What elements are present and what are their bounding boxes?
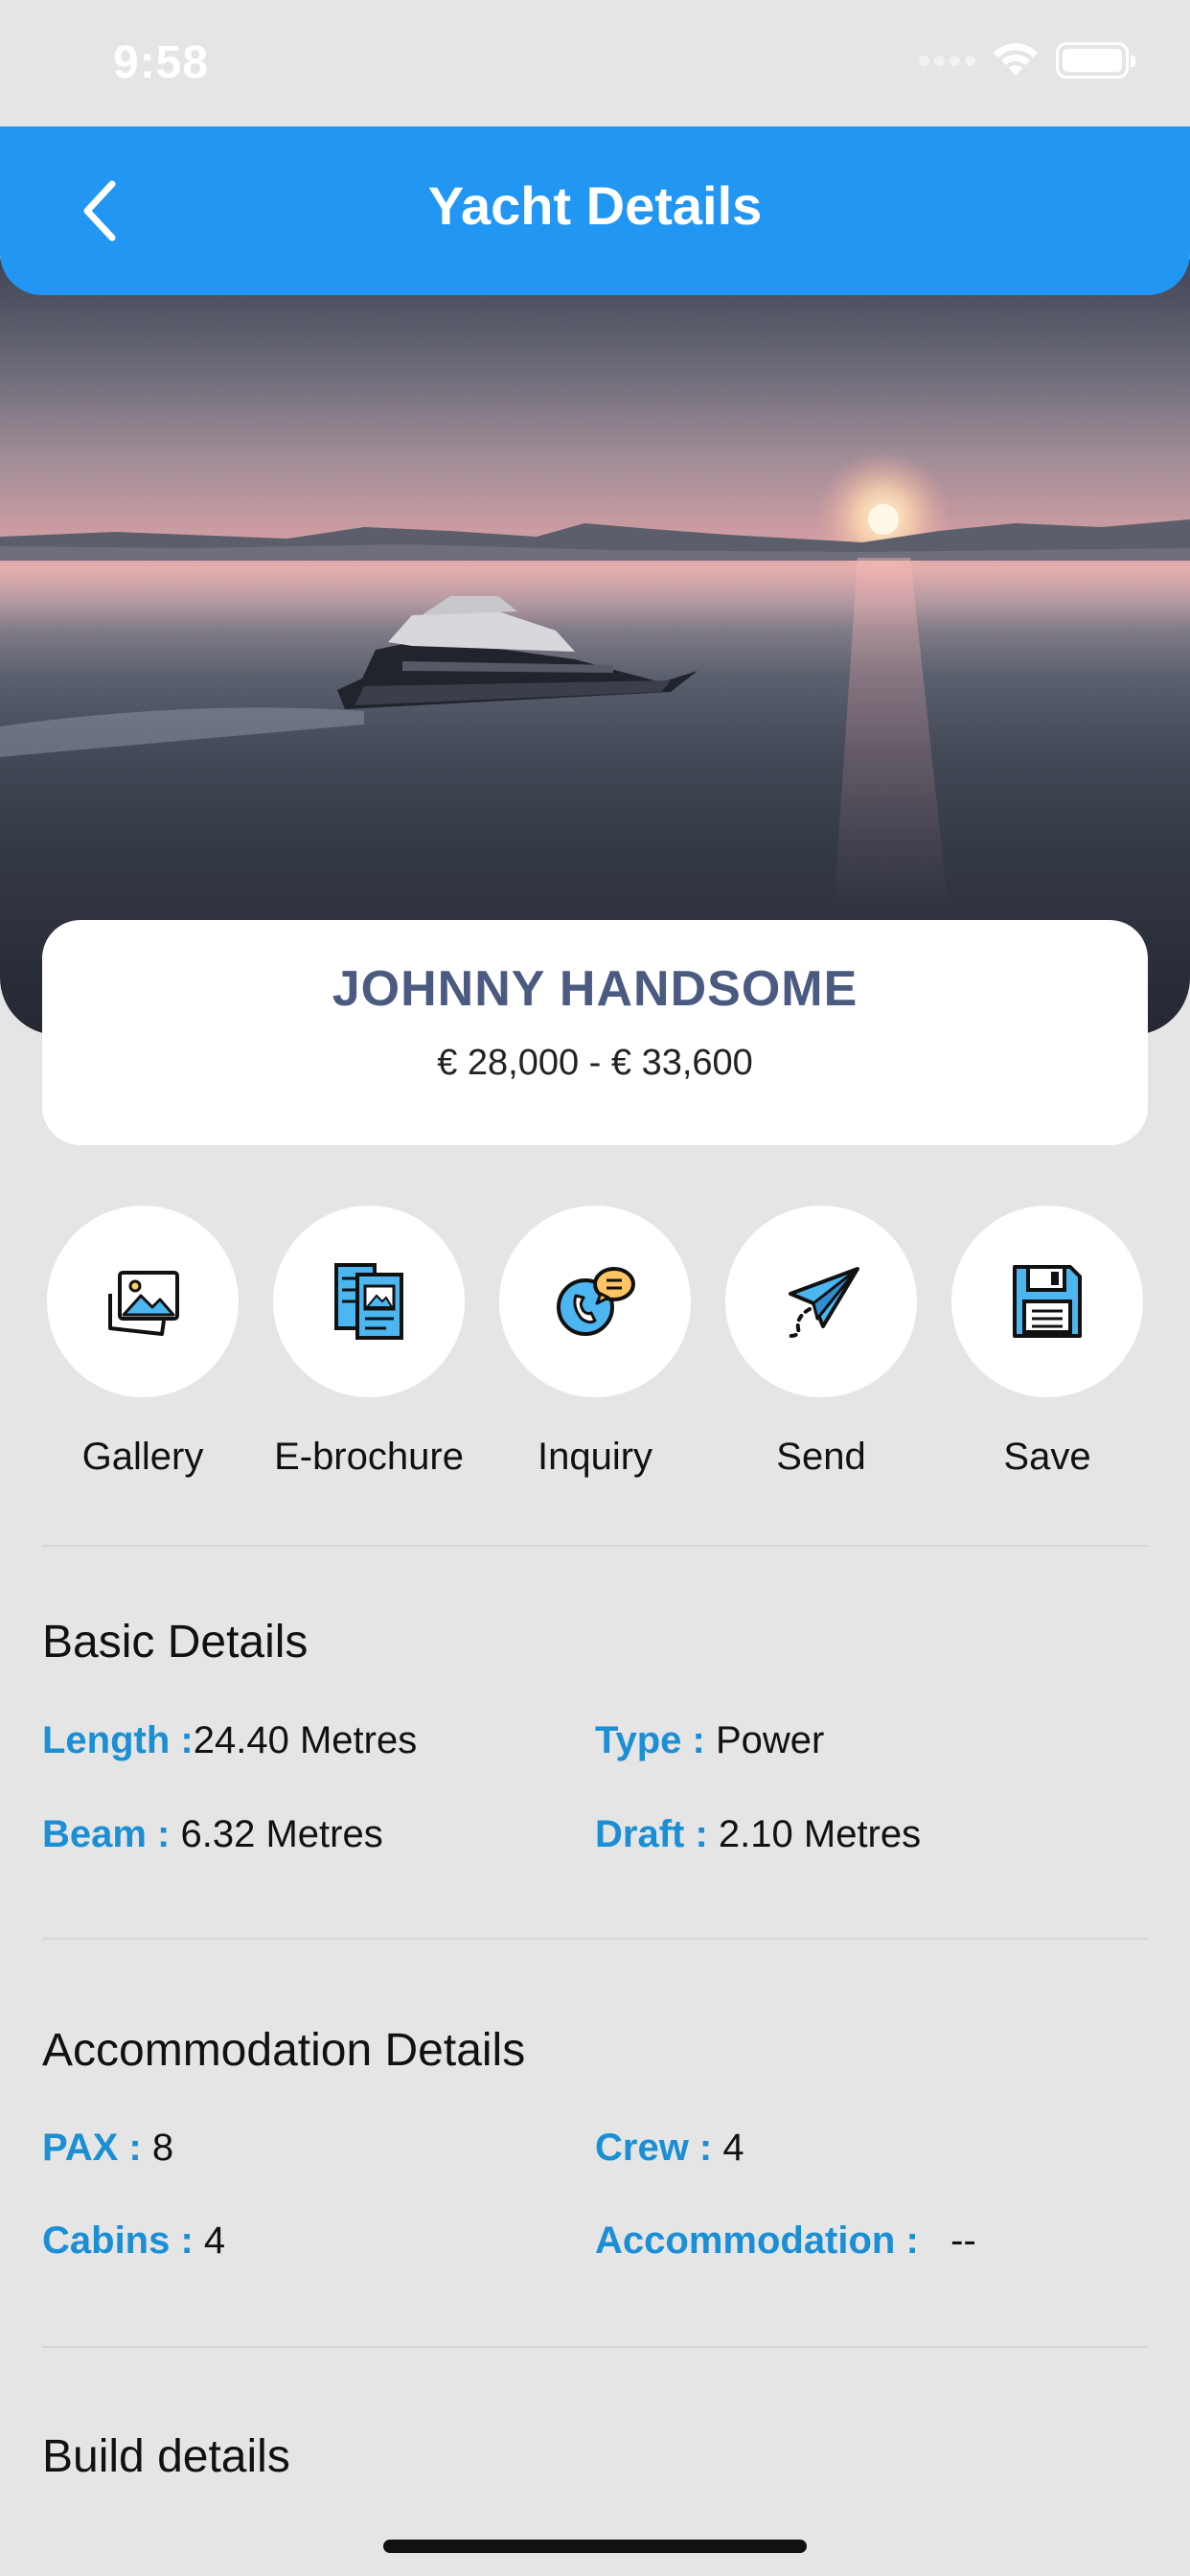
length-label: Length : <box>42 1719 194 1761</box>
wifi-icon <box>994 43 1038 76</box>
accommodation-detail: Accommodation : -- <box>595 2220 976 2263</box>
cabins-value: 4 <box>203 2220 226 2262</box>
send-button[interactable]: Send <box>721 1206 922 1479</box>
accommodation-label: Accommodation : <box>595 2220 919 2262</box>
beam-label: Beam : <box>42 1813 171 1855</box>
type-detail: Type : Power <box>595 1719 824 1762</box>
yacht-hero-image[interactable] <box>0 259 1190 1035</box>
sunset-yacht-illustration <box>0 450 1190 910</box>
send-icon <box>789 1267 859 1338</box>
inquiry-label: Inquiry <box>537 1436 653 1478</box>
save-icon <box>1013 1265 1082 1338</box>
e-brochure-button-circle[interactable] <box>273 1206 465 1397</box>
type-label: Type : <box>595 1719 705 1761</box>
pax-label: PAX : <box>42 2127 142 2169</box>
beam-detail: Beam : 6.32 Metres <box>42 1813 383 1856</box>
crew-detail: Crew : 4 <box>595 2127 744 2170</box>
type-value: Power <box>715 1719 825 1761</box>
yacht-name: JOHNNY HANDSOME <box>332 961 858 1017</box>
gallery-label: Gallery <box>81 1436 204 1478</box>
divider <box>42 1938 1148 1940</box>
page-title: Yacht Details <box>427 175 763 236</box>
gallery-icon <box>108 1271 179 1336</box>
action-buttons: Gallery E-brochure Inquiry Send Save <box>42 1206 1148 1479</box>
crew-value: 4 <box>722 2127 744 2169</box>
pax-detail: PAX : 8 <box>42 2127 173 2170</box>
length-value: 24.40 Metres <box>193 1719 418 1761</box>
draft-detail: Draft : 2.10 Metres <box>595 1813 921 1856</box>
send-button-circle[interactable] <box>725 1206 917 1397</box>
cabins-detail: Cabins : 4 <box>42 2220 225 2263</box>
build-details-title: Build details <box>42 2431 290 2482</box>
pax-value: 8 <box>151 2127 174 2169</box>
gallery-button-circle[interactable] <box>47 1206 239 1397</box>
inquiry-button[interactable]: Inquiry <box>494 1206 696 1479</box>
divider <box>42 2346 1148 2348</box>
beam-value: 6.32 Metres <box>180 1813 383 1855</box>
length-detail: Length :24.40 Metres <box>42 1719 417 1762</box>
battery-icon <box>1056 42 1135 79</box>
yacht-summary-card: JOHNNY HANDSOME € 28,000 - € 33,600 <box>42 920 1148 1145</box>
draft-value: 2.10 Metres <box>718 1813 922 1855</box>
accommodation-details-title: Accommodation Details <box>42 2025 526 2076</box>
accommodation-value: -- <box>950 2220 976 2262</box>
status-bar: 9:58 <box>0 0 1190 126</box>
status-icons <box>919 42 1135 79</box>
home-indicator[interactable] <box>383 2540 807 2553</box>
e-brochure-label: E-brochure <box>274 1436 464 1478</box>
brochure-icon <box>334 1263 403 1340</box>
send-label: Send <box>776 1436 866 1478</box>
crew-label: Crew : <box>595 2127 713 2169</box>
divider <box>42 1545 1148 1547</box>
basic-details-title: Basic Details <box>42 1617 309 1668</box>
save-label: Save <box>1003 1436 1091 1478</box>
header-bar: Yacht Details <box>0 126 1190 295</box>
cabins-label: Cabins : <box>42 2220 194 2262</box>
status-time: 9:58 <box>113 37 210 88</box>
inquiry-icon <box>557 1267 635 1336</box>
inquiry-button-circle[interactable] <box>499 1206 691 1397</box>
signal-icon <box>919 55 975 66</box>
e-brochure-button[interactable]: E-brochure <box>268 1206 469 1479</box>
gallery-button[interactable]: Gallery <box>42 1206 243 1479</box>
save-button[interactable]: Save <box>947 1206 1148 1479</box>
draft-label: Draft : <box>595 1813 708 1855</box>
save-button-circle[interactable] <box>951 1206 1143 1397</box>
yacht-price: € 28,000 - € 33,600 <box>437 1043 753 1083</box>
